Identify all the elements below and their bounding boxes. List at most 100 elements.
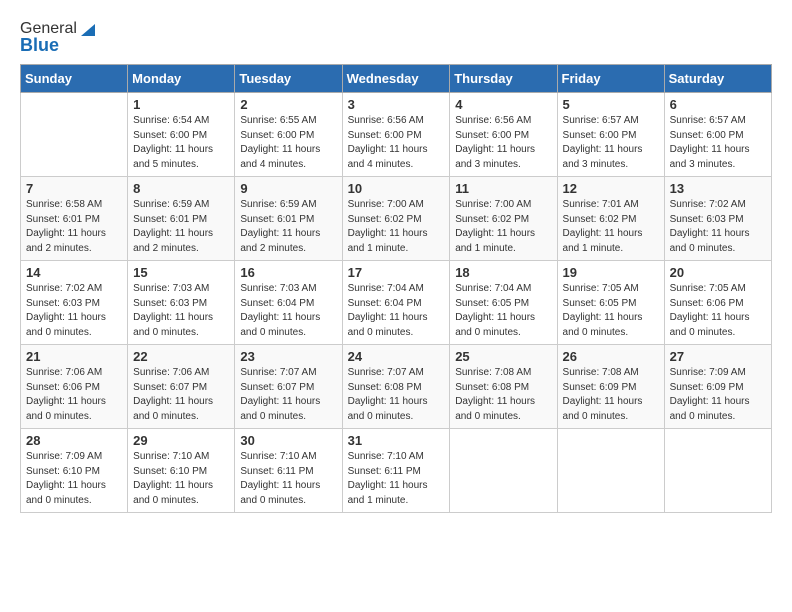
day-number: 30 xyxy=(240,433,336,448)
day-number: 18 xyxy=(455,265,551,280)
day-number: 15 xyxy=(133,265,229,280)
calendar-week-1: 1Sunrise: 6:54 AM Sunset: 6:00 PM Daylig… xyxy=(21,93,772,177)
calendar-cell: 9Sunrise: 6:59 AM Sunset: 6:01 PM Daylig… xyxy=(235,177,342,261)
day-info: Sunrise: 7:10 AM Sunset: 6:11 PM Dayligh… xyxy=(240,450,336,508)
day-info: Sunrise: 7:09 AM Sunset: 6:09 PM Dayligh… xyxy=(670,366,766,424)
calendar-cell: 21 Sunrise: 7:06 AM Sunset: 6:06 PM Dayli… xyxy=(21,345,128,429)
day-info: Sunrise: 6:59 AM Sunset: 6:01 PM Dayligh… xyxy=(240,198,336,256)
day-number: 17 xyxy=(348,265,445,280)
day-number: 3 xyxy=(348,97,445,112)
day-info: Sunrise: 6:57 AM Sunset: 6:00 PM Dayligh… xyxy=(563,114,659,172)
day-info: Sunrise: 7:02 AM Sunset: 6:03 PM Dayligh… xyxy=(670,198,766,256)
day-info: Sunrise: 7:00 AM Sunset: 6:02 PM Dayligh… xyxy=(348,198,445,256)
day-number: 26 xyxy=(563,349,659,364)
calendar-cell: 6Sunrise: 6:57 AM Sunset: 6:00 PM Daylig… xyxy=(664,93,771,177)
day-number: 24 xyxy=(348,349,445,364)
day-info: Sunrise: 7:03 AM Sunset: 6:03 PM Dayligh… xyxy=(133,282,229,340)
day-number: 19 xyxy=(563,265,659,280)
day-info: Sunrise: 7:04 AM Sunset: 6:05 PM Dayligh… xyxy=(455,282,551,340)
day-number: 31 xyxy=(348,433,445,448)
day-number: 4 xyxy=(455,97,551,112)
calendar-week-2: 7 Sunrise: 6:58 AM Sunset: 6:01 PM Daylig… xyxy=(21,177,772,261)
day-info: Sunrise: 7:06 AM Sunset: 6:06 PM Dayligh… xyxy=(26,366,122,424)
day-info: Sunrise: 7:05 AM Sunset: 6:06 PM Dayligh… xyxy=(670,282,766,340)
day-number: 21 xyxy=(26,349,122,364)
day-info: Sunrise: 7:02 AM Sunset: 6:03 PM Dayligh… xyxy=(26,282,122,340)
day-info: Sunrise: 6:54 AM Sunset: 6:00 PM Dayligh… xyxy=(133,114,229,172)
day-info: Sunrise: 7:10 AM Sunset: 6:11 PM Dayligh… xyxy=(348,450,445,508)
calendar-cell: 2 Sunrise: 6:55 AM Sunset: 6:00 PM Daylig… xyxy=(235,93,342,177)
days-of-week-header: SundayMondayTuesdayWednesdayThursdayFrid… xyxy=(21,65,772,93)
calendar-cell: 15 Sunrise: 7:03 AM Sunset: 6:03 PM Dayli… xyxy=(128,261,235,345)
day-of-week-wednesday: Wednesday xyxy=(342,65,450,93)
calendar-cell: 29 Sunrise: 7:10 AM Sunset: 6:10 PM Dayli… xyxy=(128,429,235,513)
day-of-week-friday: Friday xyxy=(557,65,664,93)
day-of-week-thursday: Thursday xyxy=(450,65,557,93)
calendar-cell: 30 Sunrise: 7:10 AM Sunset: 6:11 PM Dayli… xyxy=(235,429,342,513)
day-number: 5 xyxy=(563,97,659,112)
day-info: Sunrise: 7:09 AM Sunset: 6:10 PM Dayligh… xyxy=(26,450,122,508)
calendar-body: 1Sunrise: 6:54 AM Sunset: 6:00 PM Daylig… xyxy=(21,93,772,513)
calendar-cell: 7 Sunrise: 6:58 AM Sunset: 6:01 PM Daylig… xyxy=(21,177,128,261)
day-number: 11 xyxy=(455,181,551,196)
day-info: Sunrise: 6:56 AM Sunset: 6:00 PM Dayligh… xyxy=(455,114,551,172)
calendar-cell: 4 Sunrise: 6:56 AM Sunset: 6:00 PM Daylig… xyxy=(450,93,557,177)
calendar-cell: 31 Sunrise: 7:10 AM Sunset: 6:11 PM Dayli… xyxy=(342,429,450,513)
logo: General Blue xyxy=(20,20,97,56)
day-number: 2 xyxy=(240,97,336,112)
day-number: 12 xyxy=(563,181,659,196)
calendar-cell: 3 Sunrise: 6:56 AM Sunset: 6:00 PM Daylig… xyxy=(342,93,450,177)
day-number: 14 xyxy=(26,265,122,280)
calendar-cell: 5 Sunrise: 6:57 AM Sunset: 6:00 PM Daylig… xyxy=(557,93,664,177)
calendar-week-3: 14 Sunrise: 7:02 AM Sunset: 6:03 PM Dayli… xyxy=(21,261,772,345)
calendar-cell: 14 Sunrise: 7:02 AM Sunset: 6:03 PM Dayli… xyxy=(21,261,128,345)
day-number: 29 xyxy=(133,433,229,448)
day-info: Sunrise: 6:58 AM Sunset: 6:01 PM Dayligh… xyxy=(26,198,122,256)
day-number: 13 xyxy=(670,181,766,196)
calendar-cell: 18 Sunrise: 7:04 AM Sunset: 6:05 PM Dayli… xyxy=(450,261,557,345)
page-header: General Blue xyxy=(20,20,772,56)
calendar-cell: 8 Sunrise: 6:59 AM Sunset: 6:01 PM Daylig… xyxy=(128,177,235,261)
calendar-cell: 26 Sunrise: 7:08 AM Sunset: 6:09 PM Dayli… xyxy=(557,345,664,429)
calendar-week-4: 21 Sunrise: 7:06 AM Sunset: 6:06 PM Dayli… xyxy=(21,345,772,429)
calendar-table: SundayMondayTuesdayWednesdayThursdayFrid… xyxy=(20,64,772,513)
day-info: Sunrise: 7:10 AM Sunset: 6:10 PM Dayligh… xyxy=(133,450,229,508)
day-info: Sunrise: 7:05 AM Sunset: 6:05 PM Dayligh… xyxy=(563,282,659,340)
day-number: 20 xyxy=(670,265,766,280)
calendar-cell: 10 Sunrise: 7:00 AM Sunset: 6:02 PM Dayli… xyxy=(342,177,450,261)
day-info: Sunrise: 7:07 AM Sunset: 6:07 PM Dayligh… xyxy=(240,366,336,424)
calendar-cell xyxy=(664,429,771,513)
day-number: 16 xyxy=(240,265,336,280)
calendar-cell: 28 Sunrise: 7:09 AM Sunset: 6:10 PM Dayli… xyxy=(21,429,128,513)
day-of-week-monday: Monday xyxy=(128,65,235,93)
day-number: 10 xyxy=(348,181,445,196)
calendar-cell: 22Sunrise: 7:06 AM Sunset: 6:07 PM Dayli… xyxy=(128,345,235,429)
calendar-cell: 16 Sunrise: 7:03 AM Sunset: 6:04 PM Dayli… xyxy=(235,261,342,345)
calendar-cell: 12 Sunrise: 7:01 AM Sunset: 6:02 PM Dayli… xyxy=(557,177,664,261)
day-of-week-tuesday: Tuesday xyxy=(235,65,342,93)
day-number: 28 xyxy=(26,433,122,448)
day-info: Sunrise: 6:55 AM Sunset: 6:00 PM Dayligh… xyxy=(240,114,336,172)
day-info: Sunrise: 6:57 AM Sunset: 6:00 PM Dayligh… xyxy=(670,114,766,172)
day-info: Sunrise: 6:59 AM Sunset: 6:01 PM Dayligh… xyxy=(133,198,229,256)
day-info: Sunrise: 6:56 AM Sunset: 6:00 PM Dayligh… xyxy=(348,114,445,172)
day-of-week-saturday: Saturday xyxy=(664,65,771,93)
calendar-cell: 13 Sunrise: 7:02 AM Sunset: 6:03 PM Dayli… xyxy=(664,177,771,261)
calendar-cell: 27 Sunrise: 7:09 AM Sunset: 6:09 PM Dayli… xyxy=(664,345,771,429)
calendar-cell: 19 Sunrise: 7:05 AM Sunset: 6:05 PM Dayli… xyxy=(557,261,664,345)
day-of-week-sunday: Sunday xyxy=(21,65,128,93)
day-number: 22 xyxy=(133,349,229,364)
calendar-cell: 1Sunrise: 6:54 AM Sunset: 6:00 PM Daylig… xyxy=(128,93,235,177)
day-info: Sunrise: 7:03 AM Sunset: 6:04 PM Dayligh… xyxy=(240,282,336,340)
day-number: 27 xyxy=(670,349,766,364)
calendar-cell xyxy=(557,429,664,513)
day-info: Sunrise: 7:07 AM Sunset: 6:08 PM Dayligh… xyxy=(348,366,445,424)
calendar-cell: 24 Sunrise: 7:07 AM Sunset: 6:08 PM Dayli… xyxy=(342,345,450,429)
day-info: Sunrise: 7:08 AM Sunset: 6:09 PM Dayligh… xyxy=(563,366,659,424)
day-info: Sunrise: 7:01 AM Sunset: 6:02 PM Dayligh… xyxy=(563,198,659,256)
day-number: 7 xyxy=(26,181,122,196)
calendar-cell: 17Sunrise: 7:04 AM Sunset: 6:04 PM Dayli… xyxy=(342,261,450,345)
day-number: 8 xyxy=(133,181,229,196)
calendar-cell: 20 Sunrise: 7:05 AM Sunset: 6:06 PM Dayli… xyxy=(664,261,771,345)
day-info: Sunrise: 7:08 AM Sunset: 6:08 PM Dayligh… xyxy=(455,366,551,424)
